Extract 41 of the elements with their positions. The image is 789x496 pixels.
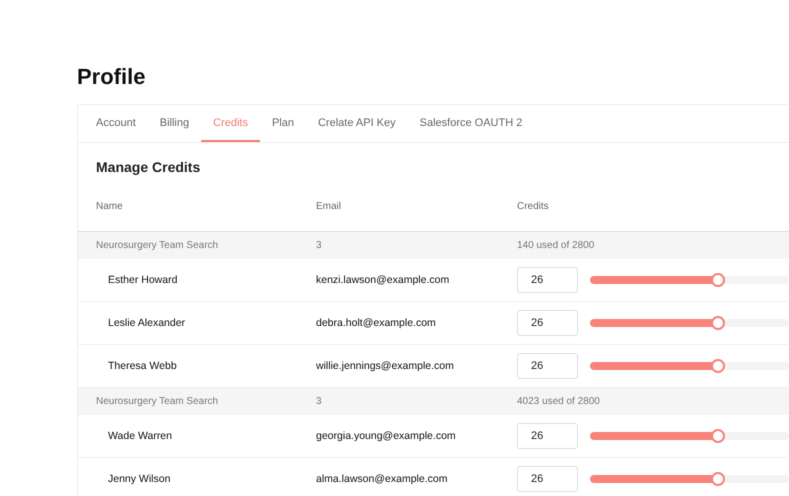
- member-name: Jenny Wilson: [108, 473, 172, 485]
- page-title: Profile: [77, 64, 146, 90]
- credit-usage: 140 used of 2800: [517, 240, 596, 251]
- tab[interactable]: Account: [84, 105, 148, 142]
- slider-thumb[interactable]: [711, 359, 726, 373]
- credits-input[interactable]: 26: [517, 310, 578, 336]
- member-name: Leslie Alexander: [108, 317, 186, 329]
- member-email: debra.holt@example.com: [316, 317, 437, 329]
- credits-input[interactable]: 26: [517, 353, 578, 379]
- member-count: 3: [316, 396, 323, 407]
- credits-input[interactable]: 26: [517, 267, 578, 293]
- member-name: Theresa Webb: [108, 360, 178, 372]
- credits-slider[interactable]: [590, 276, 789, 284]
- credits-input[interactable]: 26: [517, 466, 578, 492]
- credit-usage: 4023 used of 2800: [517, 396, 601, 407]
- tab[interactable]: Salesforce OAUTH 2: [408, 105, 534, 142]
- member-email: alma.lawson@example.com: [316, 473, 448, 485]
- slider-thumb[interactable]: [711, 316, 726, 330]
- credits-slider[interactable]: [590, 319, 789, 327]
- section-title: Manage Credits: [95, 158, 200, 177]
- tab[interactable]: Crelate API Key: [306, 105, 408, 142]
- credits-input[interactable]: 26: [517, 423, 578, 449]
- member-email: georgia.young@example.com: [316, 430, 457, 442]
- member-name: Esther Howard: [108, 274, 178, 286]
- tab[interactable]: Billing: [148, 105, 202, 142]
- slider-thumb[interactable]: [711, 429, 726, 443]
- member-email: kenzi.lawson@example.com: [316, 274, 450, 286]
- group-name: Neurosurgery Team Search: [96, 240, 220, 251]
- credits-slider[interactable]: [590, 475, 789, 483]
- column-header: Email: [316, 200, 342, 212]
- slider-thumb[interactable]: [711, 472, 726, 486]
- credits-slider[interactable]: [590, 362, 789, 370]
- group-name: Neurosurgery Team Search: [96, 396, 220, 407]
- member-name: Wade Warren: [108, 430, 173, 442]
- slider-thumb[interactable]: [711, 273, 726, 287]
- tab[interactable]: Plan: [260, 105, 306, 142]
- column-header: Name: [96, 200, 124, 212]
- column-header: Credits: [517, 200, 550, 212]
- member-email: willie.jennings@example.com: [316, 360, 455, 372]
- credits-slider[interactable]: [590, 432, 789, 440]
- member-count: 3: [316, 240, 323, 251]
